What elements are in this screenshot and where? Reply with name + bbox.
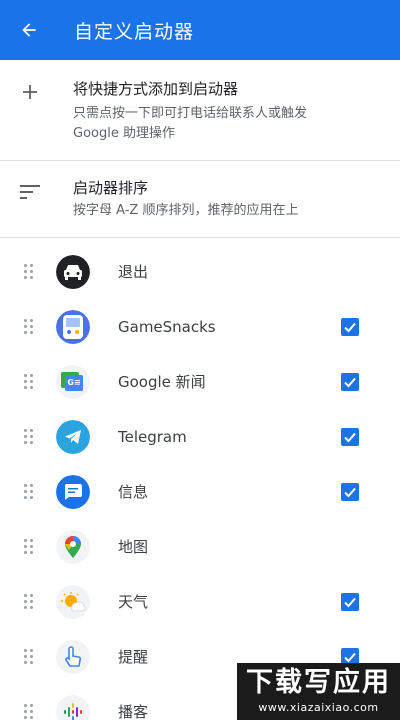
app-name: Telegram (118, 427, 187, 446)
arrow-back-icon (22, 23, 36, 37)
back-button[interactable] (0, 0, 58, 60)
app-name: 播客 (118, 703, 149, 720)
drag-handle-icon[interactable] (24, 318, 34, 335)
messages-icon (56, 474, 90, 509)
app-checkbox[interactable] (341, 372, 359, 391)
app-name: 信息 (118, 483, 149, 501)
app-checkbox[interactable] (341, 317, 359, 336)
app-checkbox[interactable] (341, 427, 359, 446)
sort-title: 启动器排序 (73, 179, 149, 197)
sort-icon (20, 185, 40, 199)
app-row[interactable]: 地图 (0, 519, 400, 574)
sort-launcher-row[interactable]: 启动器排序 按字母 A-Z 顺序排列，推荐的应用在上 (0, 161, 400, 237)
drag-handle-icon[interactable] (24, 263, 34, 280)
drag-handle-icon[interactable] (24, 428, 34, 445)
sort-subtitle: 按字母 A-Z 顺序排列，推荐的应用在上 (73, 203, 299, 218)
drag-handle-icon[interactable] (24, 373, 34, 390)
drag-handle-icon[interactable] (24, 703, 34, 720)
drag-handle-icon[interactable] (24, 483, 34, 500)
app-bar: 自定义启动器 (0, 0, 400, 60)
podcasts-icon (56, 694, 90, 720)
app-row[interactable]: Telegram (0, 409, 400, 464)
add-shortcut-row[interactable]: 将快捷方式添加到启动器 只需点按一下即可打电话给联系人或触发 Google 助理… (0, 60, 400, 160)
app-row[interactable]: 退出 (0, 244, 400, 299)
plus-icon (23, 85, 37, 99)
drag-handle-icon[interactable] (24, 538, 34, 555)
app-name: GameSnacks (118, 317, 216, 336)
app-row[interactable]: G≡ Google 新闻 (0, 354, 400, 409)
page-title: 自定义启动器 (74, 20, 195, 43)
app-row[interactable]: 信息 (0, 464, 400, 519)
add-shortcut-title: 将快捷方式添加到启动器 (73, 80, 239, 98)
maps-icon (56, 529, 90, 564)
app-list: 退出 GameSnacks G≡ Google 新闻 Telegram 信息地图天气提醒播… (0, 244, 400, 720)
weather-icon (56, 584, 90, 619)
reminders-icon (56, 639, 90, 674)
app-checkbox[interactable] (341, 482, 359, 501)
app-row[interactable]: GameSnacks (0, 299, 400, 354)
gamesnacks-icon (56, 309, 90, 344)
divider (0, 237, 400, 238)
app-name: 地图 (118, 538, 149, 556)
add-shortcut-subtitle: 只需点按一下即可打电话给联系人或触发 Google 助理操作 (73, 106, 308, 141)
drag-handle-icon[interactable] (24, 593, 34, 610)
app-name: 提醒 (118, 648, 149, 666)
google-news-icon: G≡ (56, 364, 90, 399)
app-name: 退出 (118, 263, 149, 281)
app-name: Google 新闻 (118, 373, 206, 391)
watermark-logo: 下载写应用 www.xiazaixiao.com (237, 663, 400, 720)
app-row[interactable]: 天气 (0, 574, 400, 629)
exit-car-icon (56, 254, 90, 289)
app-name: 天气 (118, 593, 149, 611)
app-checkbox[interactable] (341, 592, 359, 611)
telegram-icon (56, 419, 90, 454)
drag-handle-icon[interactable] (24, 648, 34, 665)
